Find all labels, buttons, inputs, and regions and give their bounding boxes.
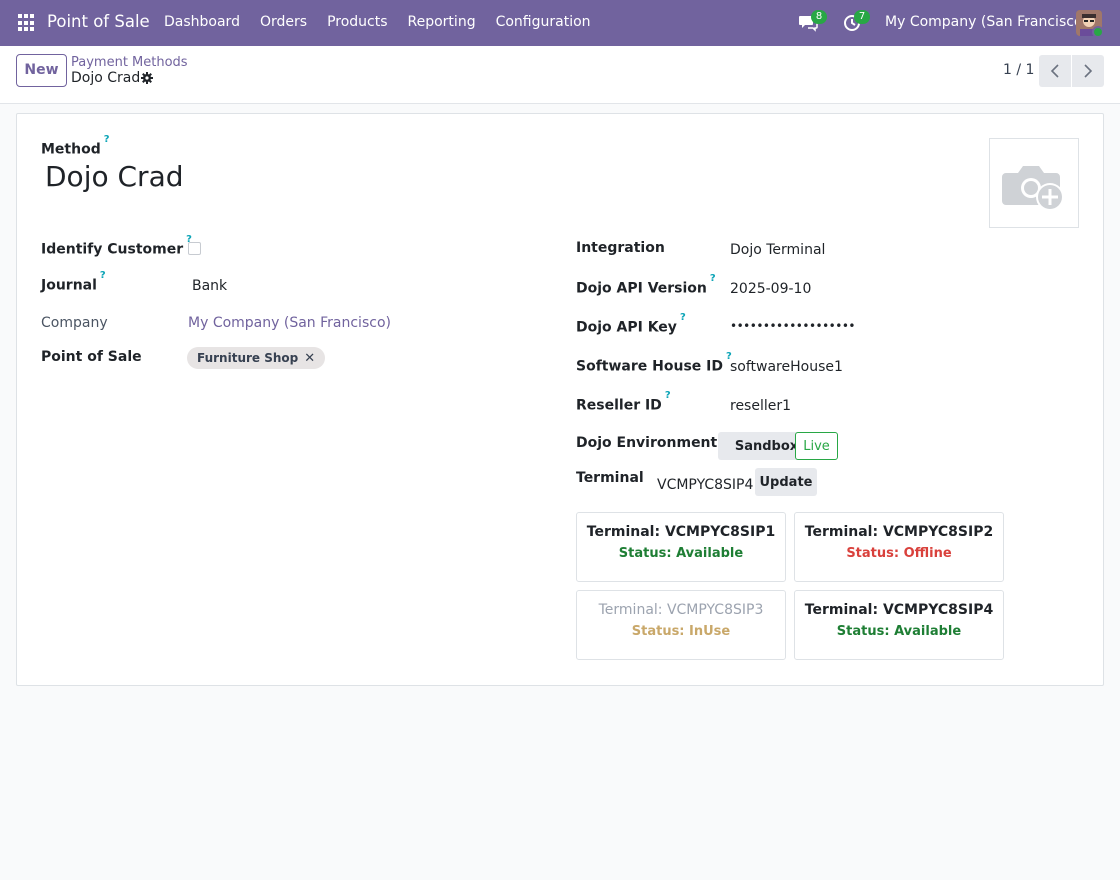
menu-item-reporting[interactable]: Reporting: [408, 14, 476, 30]
camera-add-icon: [1002, 166, 1064, 211]
terminal-card[interactable]: Terminal: VCMPYC8SIP1 Status: Available: [576, 512, 786, 582]
gear-icon[interactable]: [141, 72, 153, 84]
company-label: Company: [41, 315, 108, 331]
chevron-left-icon: [1050, 64, 1059, 78]
pos-tag-label: Furniture Shop: [197, 351, 299, 365]
dojo-api-version-label: Dojo API Version?: [576, 273, 716, 297]
terminal-field[interactable]: VCMPYC8SIP4: [657, 477, 753, 493]
reseller-id-label: Reseller ID?: [576, 390, 671, 414]
identify-customer-label: Identify Customer?: [41, 234, 192, 258]
method-name-input[interactable]: Dojo Crad: [45, 160, 184, 193]
menu-item-products[interactable]: Products: [327, 14, 387, 30]
reseller-id-field[interactable]: reseller1: [730, 398, 791, 414]
terminal-card-status: Status: Available: [618, 546, 744, 561]
help-tooltip-icon[interactable]: ?: [665, 390, 671, 401]
terminal-card-name: Terminal: VCMPYC8SIP2: [804, 524, 994, 540]
terminal-card-status: Status: Offline: [846, 546, 952, 561]
company-link[interactable]: My Company (San Francisco): [188, 315, 391, 331]
integration-field[interactable]: Dojo Terminal: [730, 242, 825, 258]
apps-menu-icon[interactable]: [18, 14, 36, 32]
chevron-right-icon: [1084, 64, 1093, 78]
terminal-card-status: Status: InUse: [631, 624, 731, 639]
update-button[interactable]: Update: [755, 468, 817, 496]
main-menu: Dashboard Orders Products Reporting Conf…: [164, 14, 611, 30]
activities-count-badge: 7: [854, 10, 870, 24]
new-button[interactable]: New: [16, 54, 67, 87]
terminal-card-name: Terminal: VCMPYC8SIP1: [586, 524, 776, 540]
menu-item-configuration[interactable]: Configuration: [496, 14, 591, 30]
breadcrumb-current-record: Dojo Crad: [71, 70, 141, 86]
software-house-id-label: Software House ID?: [576, 351, 732, 375]
help-tooltip-icon[interactable]: ?: [680, 312, 686, 323]
software-house-id-field[interactable]: softwareHouse1: [730, 359, 843, 375]
remove-tag-icon[interactable]: ✕: [304, 351, 315, 366]
top-navbar: Point of Sale Dashboard Orders Products …: [0, 0, 1120, 46]
help-tooltip-icon[interactable]: ?: [100, 270, 106, 281]
method-label: Method?: [41, 134, 110, 158]
breadcrumb-payment-methods[interactable]: Payment Methods: [71, 55, 188, 70]
terminal-card-name: Terminal: VCMPYC8SIP4: [804, 602, 994, 618]
app-name[interactable]: Point of Sale: [47, 12, 150, 31]
journal-label: Journal?: [41, 270, 106, 294]
terminal-card[interactable]: Terminal: VCMPYC8SIP2 Status: Offline: [794, 512, 1004, 582]
environment-live-button[interactable]: Live: [795, 432, 838, 460]
control-panel: New Payment Methods Dojo Crad 1 / 1: [0, 46, 1120, 104]
dojo-api-version-field[interactable]: 2025-09-10: [730, 281, 811, 297]
terminal-card[interactable]: Terminal: VCMPYC8SIP3 Status: InUse: [576, 590, 786, 660]
online-status-dot: [1092, 26, 1104, 38]
pager-value[interactable]: 1 / 1: [1003, 62, 1034, 78]
image-upload-field[interactable]: [989, 138, 1079, 228]
terminal-card[interactable]: Terminal: VCMPYC8SIP4 Status: Available: [794, 590, 1004, 660]
menu-item-orders[interactable]: Orders: [260, 14, 307, 30]
pos-tag-furniture-shop: Furniture Shop ✕: [187, 347, 326, 369]
help-tooltip-icon[interactable]: ?: [104, 134, 110, 145]
dojo-environment-label: Dojo Environment: [576, 435, 718, 451]
help-tooltip-icon[interactable]: ?: [710, 273, 716, 284]
form-sheet: Method? Dojo Crad Identify Customer? Jou…: [16, 113, 1104, 686]
terminal-label: Terminal: [576, 470, 644, 486]
integration-label: Integration: [576, 240, 665, 256]
point-of-sale-label: Point of Sale: [41, 349, 142, 365]
terminal-card-name: Terminal: VCMPYC8SIP3: [598, 602, 764, 618]
messages-count-badge: 8: [811, 10, 827, 24]
journal-field[interactable]: Bank: [192, 278, 227, 294]
pager-previous-button[interactable]: [1039, 55, 1071, 87]
pager-next-button[interactable]: [1072, 55, 1104, 87]
terminal-card-status: Status: Available: [836, 624, 962, 639]
menu-item-dashboard[interactable]: Dashboard: [164, 14, 240, 30]
dojo-api-key-label: Dojo API Key?: [576, 312, 686, 336]
identify-customer-checkbox[interactable]: [188, 242, 201, 255]
company-switcher[interactable]: My Company (San Francisco): [885, 14, 1088, 30]
dojo-api-key-field[interactable]: •••••••••••••••••••: [730, 319, 855, 333]
